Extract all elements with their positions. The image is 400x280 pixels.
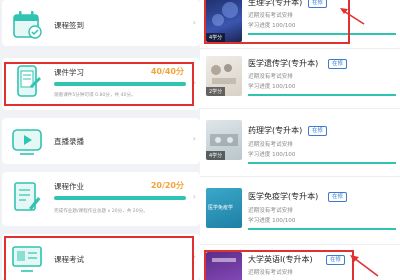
document-pen-icon [14,182,41,211]
chevron-right-icon: › [192,18,196,27]
course-status-tag: 在修 [328,59,348,69]
course-exam-info: 近期没有考试安排 [248,74,293,80]
course-name: 医学免疫学(专升本) [248,192,319,201]
course-status-tag: 在修 [328,192,348,202]
screenshot: 课程签到 › 课件学习 40/40分 观看课件5分钟可得 0.80分，共 40分… [0,0,400,280]
course-progress-text: 学习进度 100/100 [248,218,296,224]
module-description: 完成作业题/课程作业总题 x 20分，共 20分。 [54,209,148,214]
module-title: 直播录播 [54,137,84,146]
play-video-icon [12,129,42,155]
course-status-tag: 在修 [308,126,328,136]
course-name: 药理学(专升本) [248,126,303,135]
course-module-panel: 课程签到 › 课件学习 40/40分 观看课件5分钟可得 0.80分，共 40分… [0,0,200,280]
course-cover: 4学分 [206,120,242,160]
course-item[interactable]: 医学免疫学 医学免疫学(专升本) 在修 近期没有考试安排 学习进度 100/10… [200,180,400,234]
course-cover: 医学免疫学 [206,188,242,228]
course-progress-bar [248,228,396,230]
course-progress-bar [248,94,396,96]
highlight-box [4,62,194,106]
course-credit: 2学分 [206,87,226,96]
chevron-right-icon: › [192,192,196,201]
module-title: 课程作业 [54,182,84,191]
highlight-box [4,236,194,280]
divider [200,244,400,245]
module-progress-fill [54,196,186,200]
course-list-panel: 4学分 生理学(专升本) 在修 近期没有考试安排 学习进度 100/100 2学… [200,0,400,280]
module-score: 20/20分 [150,181,184,190]
highlight-box [204,0,350,44]
course-progress-text: 学习进度 100/100 [248,152,296,158]
annotation-arrow [340,8,365,25]
course-credit: 4学分 [206,151,226,160]
course-cover-text: 医学免疫学 [208,205,234,211]
module-card-homework[interactable]: 课程作业 20/20分 完成作业题/课程作业总题 x 20分，共 20分。 › [2,172,200,226]
course-progress-text: 学习进度 100/100 [248,84,296,90]
course-item[interactable]: 4学分 药理学(专升本) 在修 近期没有考试安排 学习进度 100/100 [200,112,400,166]
calendar-check-icon [13,11,42,39]
course-progress-bar [248,162,396,164]
module-title: 课程签到 [54,21,84,30]
course-item[interactable]: 2学分 医学遗传学(专升本) 在修 近期没有考试安排 学习进度 100/100 [200,52,400,106]
course-cover: 2学分 [206,56,242,96]
highlight-box [204,250,354,280]
divider [200,48,400,49]
annotation-arrow [350,255,379,277]
module-card-signin[interactable]: 课程签到 › [2,0,200,46]
divider [200,108,400,109]
divider [200,176,400,177]
course-name: 医学遗传学(专升本) [248,59,319,68]
course-exam-info: 近期没有考试安排 [248,142,293,148]
course-exam-info: 近期没有考试安排 [248,208,293,214]
module-progress-bar [54,196,186,200]
module-card-live-replay[interactable]: 直播录播 › [2,118,200,164]
chevron-right-icon: › [192,134,196,143]
